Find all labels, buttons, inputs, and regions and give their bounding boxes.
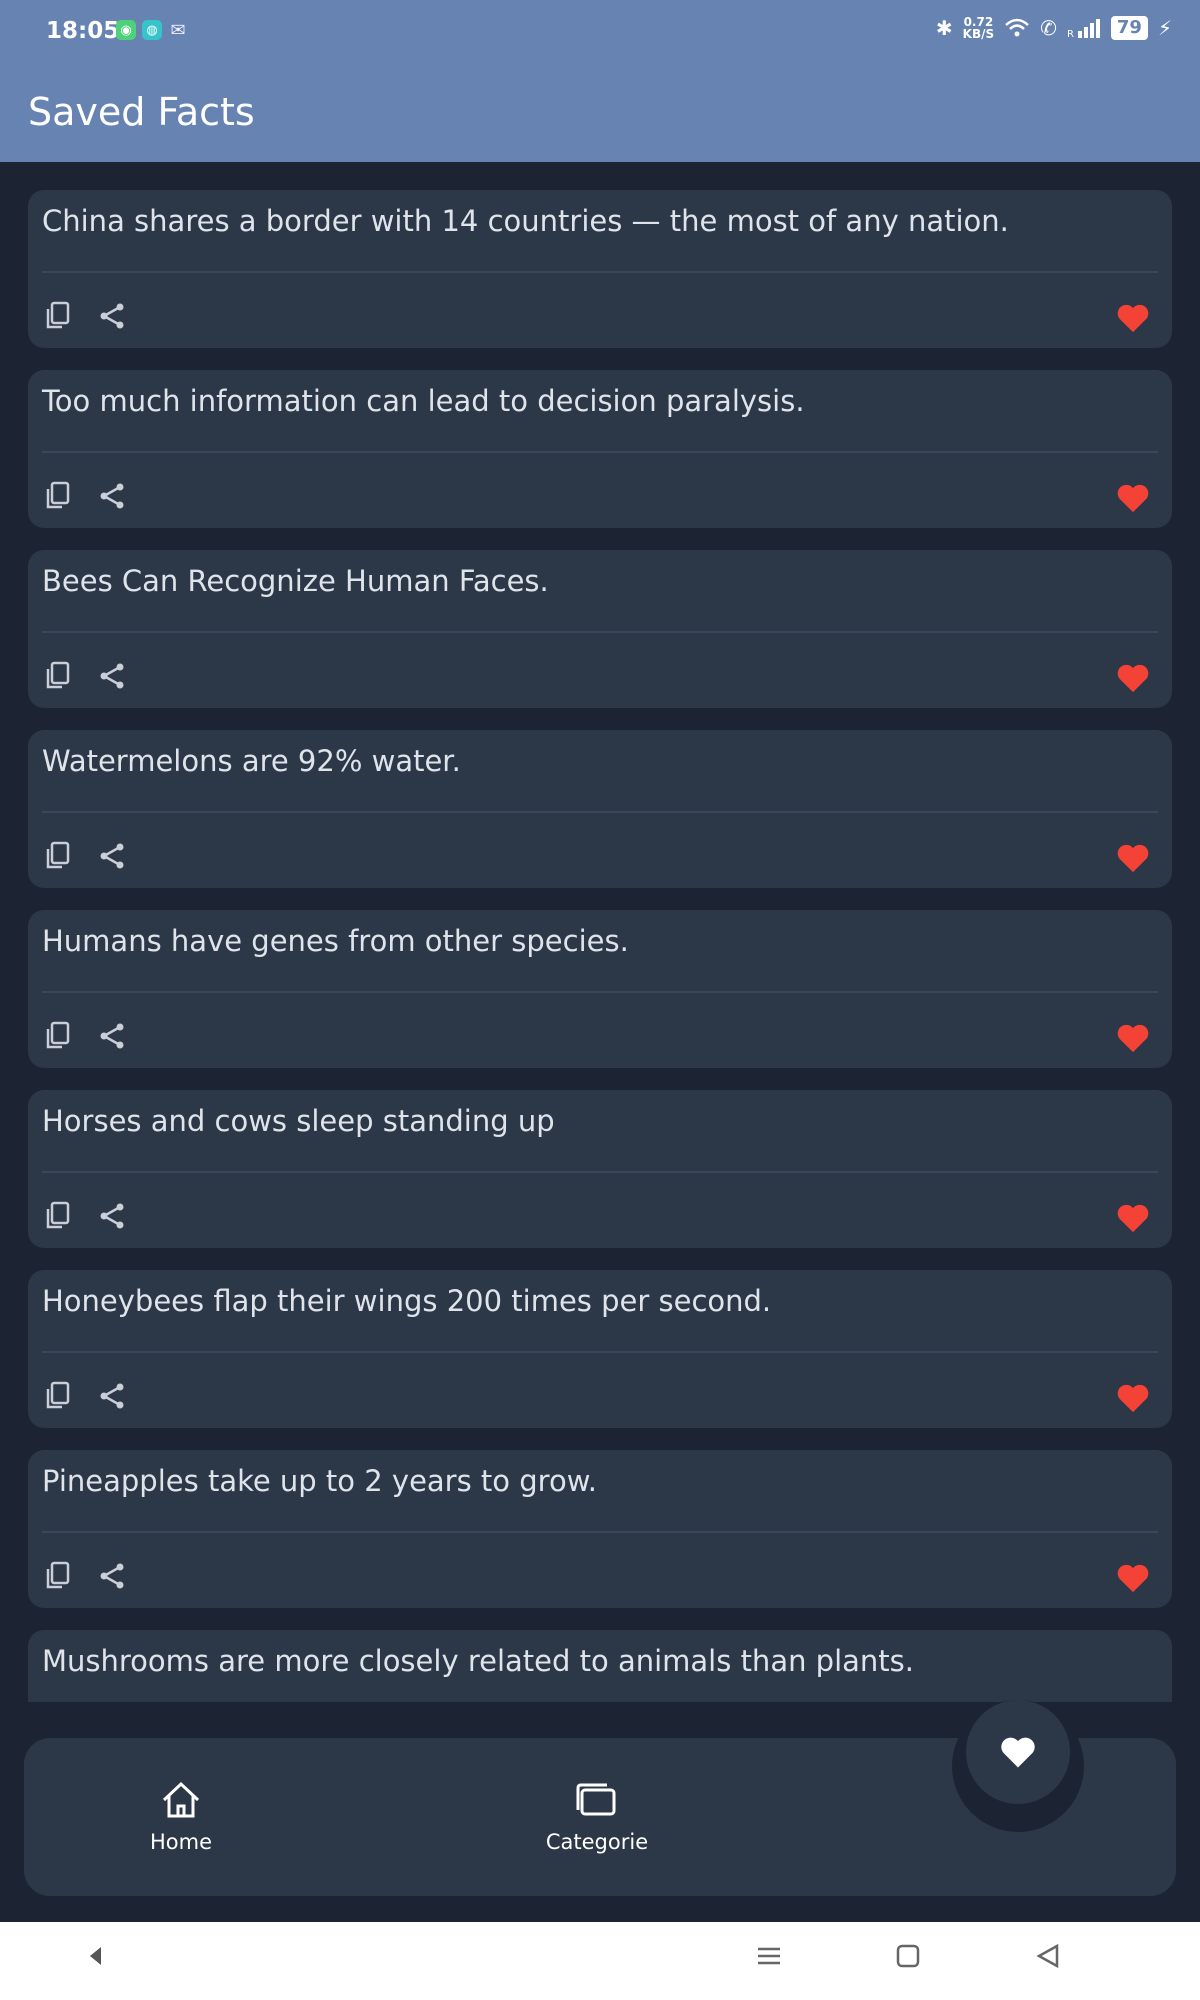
facts-list[interactable]: China shares a border with 14 countries … bbox=[0, 162, 1200, 1702]
share-icon[interactable] bbox=[96, 1020, 128, 1052]
fact-text: Humans have genes from other species. bbox=[42, 924, 629, 958]
heart-icon bbox=[1001, 1737, 1035, 1768]
share-icon[interactable] bbox=[96, 1380, 128, 1412]
card-divider bbox=[42, 1351, 1158, 1353]
fact-text: Pineapples take up to 2 years to grow. bbox=[42, 1464, 597, 1498]
fact-card: Mushrooms are more closely related to an… bbox=[28, 1630, 1172, 1702]
fact-text: Bees Can Recognize Human Faces. bbox=[42, 564, 549, 598]
favorite-heart-icon[interactable] bbox=[1116, 482, 1150, 516]
status-bar: 18:05 ◉ ◍ ✉ ✱ 0.72 KB/S ✆ R 79 ⚡ bbox=[0, 0, 1200, 64]
share-icon[interactable] bbox=[96, 300, 128, 332]
fact-text: Horses and cows sleep standing up bbox=[42, 1104, 555, 1138]
copy-icon[interactable] bbox=[42, 840, 74, 872]
charging-icon: ⚡ bbox=[1157, 16, 1172, 40]
app-notification-icon: ◉ bbox=[116, 20, 136, 40]
wifi-icon bbox=[1005, 18, 1029, 37]
copy-icon[interactable] bbox=[42, 1020, 74, 1052]
fact-text: Honeybees flap their wings 200 times per… bbox=[42, 1284, 772, 1318]
nav-home-label: Home bbox=[149, 1830, 212, 1854]
card-divider bbox=[42, 451, 1158, 453]
notification-icons: ◉ ◍ ✉ bbox=[116, 19, 188, 41]
call-icon: ✆ bbox=[1040, 16, 1057, 40]
copy-icon[interactable] bbox=[42, 300, 74, 332]
favorite-heart-icon[interactable] bbox=[1116, 1022, 1150, 1056]
nav-home[interactable]: Home bbox=[91, 1780, 271, 1854]
fact-text: Watermelons are 92% water. bbox=[42, 744, 461, 778]
favorites-fab[interactable] bbox=[966, 1700, 1070, 1804]
card-divider bbox=[42, 811, 1158, 813]
system-nav-bar bbox=[0, 1922, 1200, 2000]
nav-categories[interactable]: Categorie bbox=[507, 1780, 687, 1854]
svg-text:R: R bbox=[1067, 29, 1074, 39]
favorite-heart-icon[interactable] bbox=[1116, 1382, 1150, 1416]
network-speed: 0.72 KB/S bbox=[963, 16, 994, 40]
network-speed-unit: KB/S bbox=[962, 27, 995, 41]
favorite-heart-icon[interactable] bbox=[1116, 842, 1150, 876]
status-time: 18:05 bbox=[46, 18, 120, 44]
share-icon[interactable] bbox=[96, 480, 128, 512]
share-icon[interactable] bbox=[96, 840, 128, 872]
copy-icon[interactable] bbox=[42, 1380, 74, 1412]
copy-icon[interactable] bbox=[42, 480, 74, 512]
home-icon bbox=[162, 1781, 200, 1818]
fact-card: Too much information can lead to decisio… bbox=[28, 370, 1172, 528]
nav-categories-label: Categorie bbox=[545, 1830, 649, 1854]
share-icon[interactable] bbox=[96, 1200, 128, 1232]
back-triangle-icon[interactable] bbox=[1036, 1944, 1060, 1968]
fact-card: Watermelons are 92% water. bbox=[28, 730, 1172, 888]
copy-icon[interactable] bbox=[42, 1200, 74, 1232]
bluetooth-icon: ✱ bbox=[935, 16, 953, 40]
home-square-icon[interactable] bbox=[896, 1944, 920, 1968]
signal-icon: R bbox=[1067, 19, 1100, 39]
fact-card: Bees Can Recognize Human Faces. bbox=[28, 550, 1172, 708]
battery-level: 79 bbox=[1110, 16, 1148, 40]
fact-card: China shares a border with 14 countries … bbox=[28, 190, 1172, 348]
card-divider bbox=[42, 991, 1158, 993]
menu-icon[interactable] bbox=[756, 1944, 782, 1968]
card-divider bbox=[42, 271, 1158, 273]
mail-icon: ✉ bbox=[170, 19, 186, 41]
fact-card: Humans have genes from other species. bbox=[28, 910, 1172, 1068]
back-small-icon[interactable] bbox=[86, 1944, 104, 1968]
fact-card: Pineapples take up to 2 years to grow. bbox=[28, 1450, 1172, 1608]
fact-card: Honeybees flap their wings 200 times per… bbox=[28, 1270, 1172, 1428]
card-divider bbox=[42, 1531, 1158, 1533]
fact-text: Mushrooms are more closely related to an… bbox=[42, 1644, 914, 1678]
favorite-heart-icon[interactable] bbox=[1116, 662, 1150, 696]
chat-notification-icon: ◍ bbox=[142, 20, 162, 40]
fact-card: Horses and cows sleep standing up bbox=[28, 1090, 1172, 1248]
app-bar: Saved Facts bbox=[0, 64, 1200, 162]
page-title: Saved Facts bbox=[28, 90, 255, 134]
copy-icon[interactable] bbox=[42, 1560, 74, 1592]
favorite-heart-icon[interactable] bbox=[1116, 1562, 1150, 1596]
favorite-heart-icon[interactable] bbox=[1116, 1202, 1150, 1236]
card-divider bbox=[42, 631, 1158, 633]
status-right: ✱ 0.72 KB/S ✆ R 79 ⚡ bbox=[936, 16, 1172, 40]
categories-icon bbox=[576, 1783, 616, 1816]
card-divider bbox=[42, 1171, 1158, 1173]
fact-text: China shares a border with 14 countries … bbox=[42, 204, 1009, 238]
share-icon[interactable] bbox=[96, 660, 128, 692]
fact-text: Too much information can lead to decisio… bbox=[42, 384, 805, 418]
copy-icon[interactable] bbox=[42, 660, 74, 692]
favorite-heart-icon[interactable] bbox=[1116, 302, 1150, 336]
share-icon[interactable] bbox=[96, 1560, 128, 1592]
